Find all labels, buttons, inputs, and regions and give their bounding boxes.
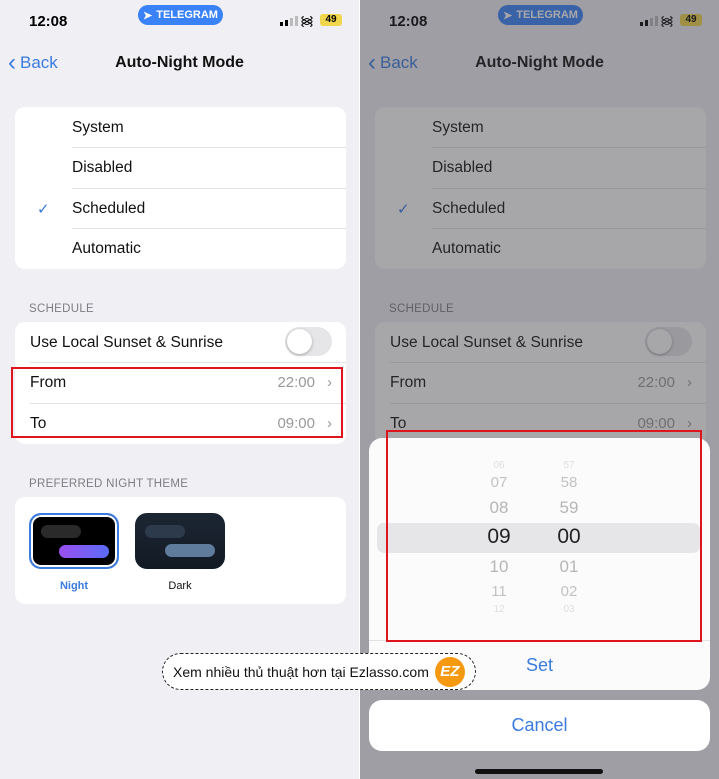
theme-night-label: Night: [59, 580, 89, 592]
sunset-sunrise-toggle[interactable]: [285, 327, 332, 356]
sunset-sunrise-row: Use Local Sunset & Sunrise: [15, 322, 346, 363]
highlight-box: [11, 367, 343, 438]
watermark: Xem nhiều thủ thuật hơn tại Ezlasso.com E…: [162, 653, 476, 690]
ezlasso-logo: EZ: [434, 656, 465, 687]
mode-automatic[interactable]: Automatic: [15, 228, 346, 269]
telegram-pill[interactable]: ➤ TELEGRAM: [138, 5, 223, 25]
theme-dark[interactable]: [135, 513, 225, 569]
mode-scheduled[interactable]: ✓ Scheduled: [15, 188, 346, 229]
page-title: Auto-Night Mode: [115, 54, 244, 71]
mode-list: System Disabled ✓ Scheduled Automatic: [15, 107, 346, 269]
highlight-box: [386, 430, 702, 642]
schedule-header: SCHEDULE: [29, 303, 95, 315]
theme-night[interactable]: [29, 513, 119, 569]
status-time: 12:08: [29, 13, 68, 30]
wifi-icon: ᯼: [300, 13, 314, 28]
theme-list: Night Dark: [15, 497, 346, 604]
home-indicator: [475, 769, 603, 774]
signal-icon: [280, 16, 298, 26]
theme-header: PREFERRED NIGHT THEME: [29, 478, 189, 490]
telegram-icon: ➤: [143, 9, 153, 22]
mode-disabled[interactable]: Disabled: [15, 147, 346, 188]
battery-icon: 49: [320, 14, 342, 26]
theme-dark-label: Dark: [168, 580, 192, 592]
checkmark-icon: ✓: [37, 200, 50, 218]
mode-system[interactable]: System: [15, 107, 346, 148]
cancel-button[interactable]: Cancel: [369, 700, 710, 751]
